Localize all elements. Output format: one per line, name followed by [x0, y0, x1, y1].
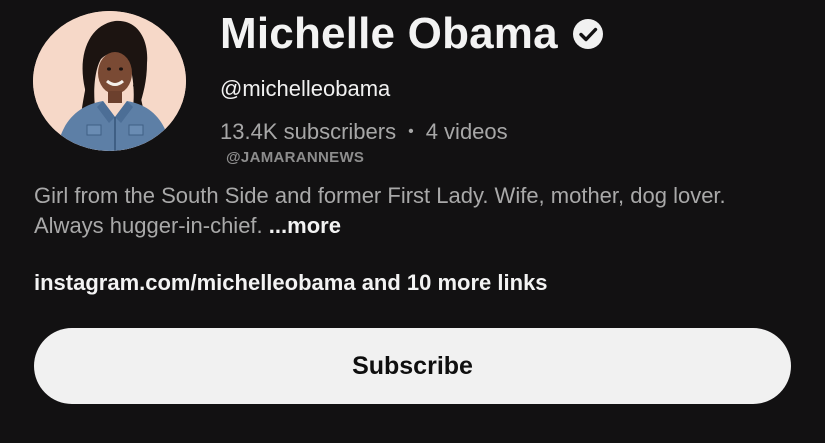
subscribe-button[interactable]: Subscribe	[34, 328, 791, 404]
description-more-link[interactable]: ...more	[269, 213, 341, 238]
channel-header: Michelle Obama @michelleobama 13.4K subs…	[0, 0, 825, 443]
channel-handle: @michelleobama	[220, 76, 391, 101]
subscribe-button-label: Subscribe	[352, 351, 473, 380]
channel-name: Michelle Obama	[220, 9, 558, 58]
primary-link[interactable]: instagram.com/michelleobama	[34, 270, 356, 295]
channel-title-row: Michelle Obama	[220, 8, 604, 60]
subscriber-count: 13.4K subscribers	[220, 119, 397, 144]
channel-stats: 13.4K subscribers • 4 videos	[220, 118, 508, 146]
more-links[interactable]: and 10 more links	[362, 270, 548, 295]
avatar[interactable]	[33, 11, 186, 151]
watermark: @JAMARANNEWS	[226, 149, 365, 166]
avatar-photo	[33, 11, 186, 151]
verified-check-icon	[572, 18, 604, 50]
stats-separator: •	[408, 123, 414, 140]
channel-description[interactable]: Girl from the South Side and former Firs…	[34, 181, 794, 241]
channel-links[interactable]: instagram.com/michelleobama and 10 more …	[34, 268, 548, 298]
description-text: Girl from the South Side and former Firs…	[34, 183, 726, 238]
video-count: 4 videos	[425, 119, 508, 144]
